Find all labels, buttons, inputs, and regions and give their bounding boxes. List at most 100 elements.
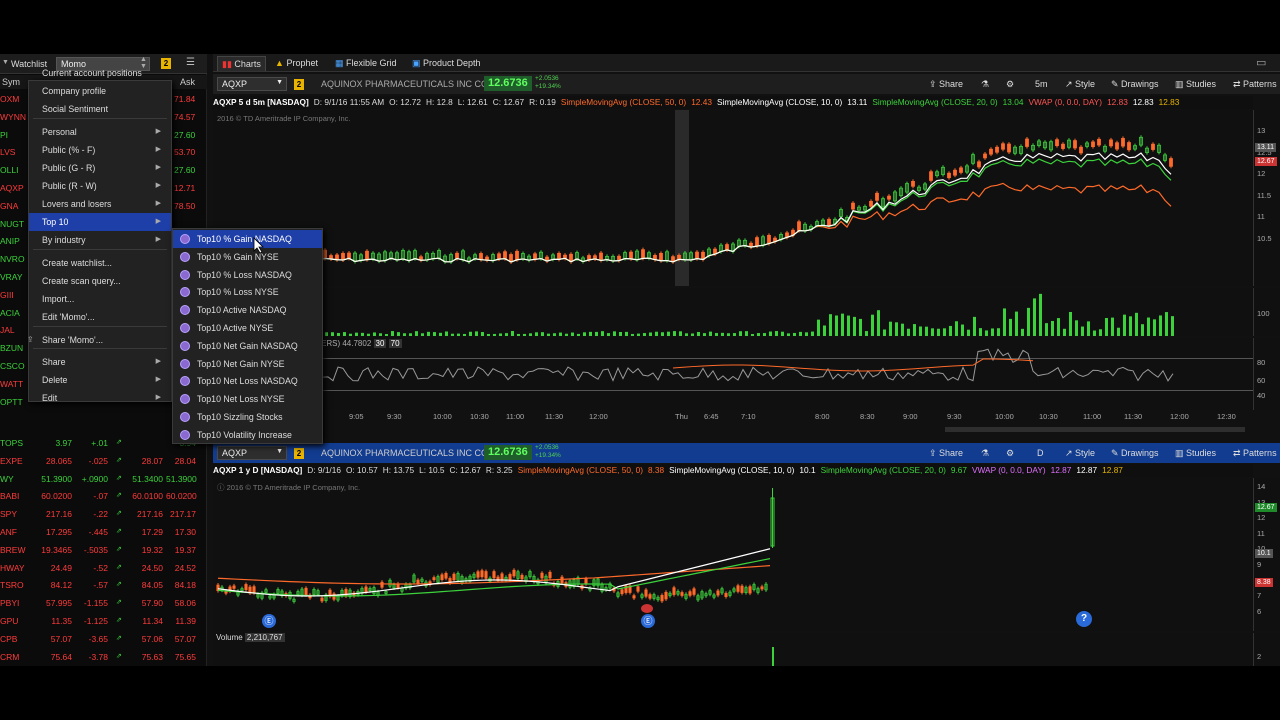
- row-symbol: BABI: [0, 491, 20, 502]
- watchlist-row[interactable]: EXPE 28.065 -.025 ⇗ 28.07 28.04: [0, 453, 207, 471]
- menu-item[interactable]: Create scan query...: [29, 272, 171, 290]
- tab-charts[interactable]: ▮▮ Charts: [217, 56, 266, 71]
- watchlist-row[interactable]: BREW 19.3465 -.5035 ⇗ 19.32 19.37: [0, 542, 207, 560]
- style-button-top[interactable]: ↗ Style: [1065, 79, 1095, 90]
- patterns-button-bottom[interactable]: ⇄ Patterns: [1233, 448, 1277, 459]
- studies-button-bottom[interactable]: ▥ Studies: [1175, 448, 1216, 459]
- link-badge-top[interactable]: 2: [294, 79, 304, 90]
- volume-bar: [751, 333, 754, 336]
- share-button-bottom[interactable]: ⇪ Share: [929, 448, 963, 459]
- volume-bar: [475, 331, 478, 336]
- watchlist-row[interactable]: PBYI 57.995 -1.155 ⇗ 57.90 58.06: [0, 595, 207, 613]
- col-ask[interactable]: Ask: [180, 77, 195, 87]
- watchlist-row[interactable]: HWAY 24.49 -.52 ⇗ 24.50 24.52: [0, 560, 207, 578]
- flask-icon-bottom[interactable]: ⚗: [981, 448, 989, 459]
- candle: [1151, 143, 1155, 150]
- share-button-top[interactable]: ⇪ Share: [929, 79, 963, 90]
- menu-item[interactable]: Edit 'Momo'...: [29, 308, 171, 326]
- symbol-input-bottom[interactable]: AQXP ▼: [217, 446, 287, 460]
- menu-item-label: Share: [42, 357, 66, 367]
- aggregation-top[interactable]: 5m: [1035, 79, 1048, 89]
- menu-item[interactable]: Top 10 ▶: [29, 213, 171, 231]
- menu-item[interactable]: Delete ▶: [29, 371, 171, 389]
- flask-icon[interactable]: ⚗: [981, 79, 989, 90]
- collapse-icon[interactable]: ▼: [2, 59, 9, 66]
- volume-bar: [1045, 323, 1048, 336]
- layout-icon[interactable]: ▭: [1256, 56, 1266, 69]
- aggregation-bottom[interactable]: D: [1037, 448, 1044, 458]
- price-tick: 11: [1257, 212, 1265, 221]
- candle: [1073, 140, 1077, 149]
- menu-item[interactable]: By industry ▶: [29, 231, 171, 249]
- menu-item[interactable]: Create watchlist...: [29, 254, 171, 272]
- watchlist-row[interactable]: WY 51.3900 +.0900 ⇗ 51.3400 51.3900: [0, 471, 207, 489]
- scan-icon: [180, 376, 190, 387]
- submenu-item[interactable]: Top10 Active NYSE: [173, 319, 322, 337]
- drawings-button-bottom[interactable]: ✎ Drawings: [1111, 448, 1159, 459]
- symbol-input-top[interactable]: AQXP ▼: [217, 77, 287, 91]
- menu-item[interactable]: Current account positions: [29, 64, 171, 82]
- list-menu-icon[interactable]: ☰: [186, 57, 195, 68]
- watchlist-row[interactable]: TSRO 84.12 -.57 ⇗ 84.05 84.18: [0, 577, 207, 595]
- menu-item[interactable]: Lovers and losers ▶: [29, 195, 171, 213]
- gear-icon-bottom[interactable]: ⚙: [1006, 448, 1014, 459]
- volume-bar: [541, 332, 544, 336]
- watchlist-row[interactable]: CRM 75.64 -3.78 ⇗ 75.63 75.65: [0, 649, 207, 666]
- watchlist-row[interactable]: GPU 11.35 -1.125 ⇗ 11.34 11.39: [0, 613, 207, 631]
- submenu-item[interactable]: Top10 Active NASDAQ: [173, 301, 322, 319]
- submenu-item[interactable]: Top10 Net Gain NYSE: [173, 355, 322, 373]
- studies-button-top[interactable]: ▥ Studies: [1175, 79, 1216, 90]
- candle: [680, 592, 684, 596]
- menu-item[interactable]: Public (% - F) ▶: [29, 141, 171, 159]
- submenu-item[interactable]: Top10 Volatility Increase: [173, 426, 322, 444]
- submenu-item[interactable]: Top10 % Loss NYSE: [173, 283, 322, 301]
- menu-item-label: Create scan query...: [42, 276, 121, 286]
- row-ask: 57.07: [174, 633, 196, 644]
- submenu-item[interactable]: Top10 Net Loss NYSE: [173, 390, 322, 408]
- col-symbol[interactable]: Sym: [2, 77, 20, 87]
- candle: [515, 250, 519, 261]
- drawings-button-top[interactable]: ✎ Drawings: [1111, 79, 1159, 90]
- menu-item[interactable]: Import...: [29, 290, 171, 308]
- watchlist-row[interactable]: ANF 17.295 -.445 ⇗ 17.29 17.30: [0, 524, 207, 542]
- volume-bar: [703, 333, 706, 336]
- price-pane-bottom[interactable]: ⓘ 2016 © TD Ameritrade IP Company, Inc. …: [213, 478, 1253, 631]
- help-icon[interactable]: ?: [1076, 611, 1092, 627]
- submenu-item[interactable]: Top10 % Loss NASDAQ: [173, 266, 322, 284]
- earnings-marker-icon-2[interactable]: Ⓔ: [641, 614, 655, 628]
- menu-item[interactable]: Personal ▶: [29, 123, 171, 141]
- tab-prophet[interactable]: ▲ Prophet: [271, 56, 322, 71]
- menu-item[interactable]: Public (G - R) ▶: [29, 159, 171, 177]
- patterns-button-top[interactable]: ⇄ Patterns: [1233, 79, 1277, 90]
- style-button-bottom[interactable]: ↗ Style: [1065, 448, 1095, 459]
- menu-item[interactable]: Edit ▶: [29, 389, 171, 407]
- sparkline-icon: ⇗: [116, 510, 122, 518]
- submenu-item[interactable]: Top10 Net Gain NASDAQ: [173, 337, 322, 355]
- price-pane-top[interactable]: 2016 © TD Ameritrade IP Company, Inc.: [213, 110, 1253, 286]
- menu-item[interactable]: Share ▶: [29, 353, 171, 371]
- tab-product-depth[interactable]: ▣ Product Depth: [408, 56, 485, 71]
- watchlist-row[interactable]: SPY 217.16 -.22 ⇗ 217.16 217.17: [0, 506, 207, 524]
- menu-item[interactable]: ⇪ Share 'Momo'...: [27, 331, 171, 349]
- link-badge-bottom[interactable]: 2: [294, 448, 304, 459]
- event-marker-icon[interactable]: [641, 604, 653, 613]
- submenu-item[interactable]: Top10 Net Loss NASDAQ: [173, 372, 322, 390]
- watchlist-row[interactable]: BABI 60.0200 -.07 ⇗ 60.0100 60.0200: [0, 488, 207, 506]
- menu-item[interactable]: Social Sentiment: [29, 100, 171, 118]
- horizontal-scrollbar[interactable]: [945, 427, 1245, 432]
- submenu-item[interactable]: Top10 Sizzling Stocks: [173, 408, 322, 426]
- volume-bar: [349, 333, 352, 336]
- volume-bar: [799, 331, 802, 336]
- gear-icon[interactable]: ⚙: [1006, 79, 1014, 90]
- tab-flexible-grid[interactable]: ▦ Flexible Grid: [331, 56, 401, 71]
- submenu-item[interactable]: Top10 % Gain NYSE: [173, 248, 322, 266]
- info-item: 8.38: [647, 465, 665, 475]
- share-label-top: Share: [939, 79, 964, 89]
- menu-item[interactable]: Public (R - W) ▶: [29, 177, 171, 195]
- submenu-item[interactable]: Top10 % Gain NASDAQ: [173, 230, 322, 248]
- volume-bar: [1021, 328, 1024, 336]
- earnings-marker-icon[interactable]: Ⓔ: [262, 614, 276, 628]
- watchlist-row[interactable]: CPB 57.07 -3.65 ⇗ 57.06 57.07: [0, 631, 207, 649]
- menu-item[interactable]: Company profile: [29, 82, 171, 100]
- info-item: 13.04: [1002, 97, 1024, 107]
